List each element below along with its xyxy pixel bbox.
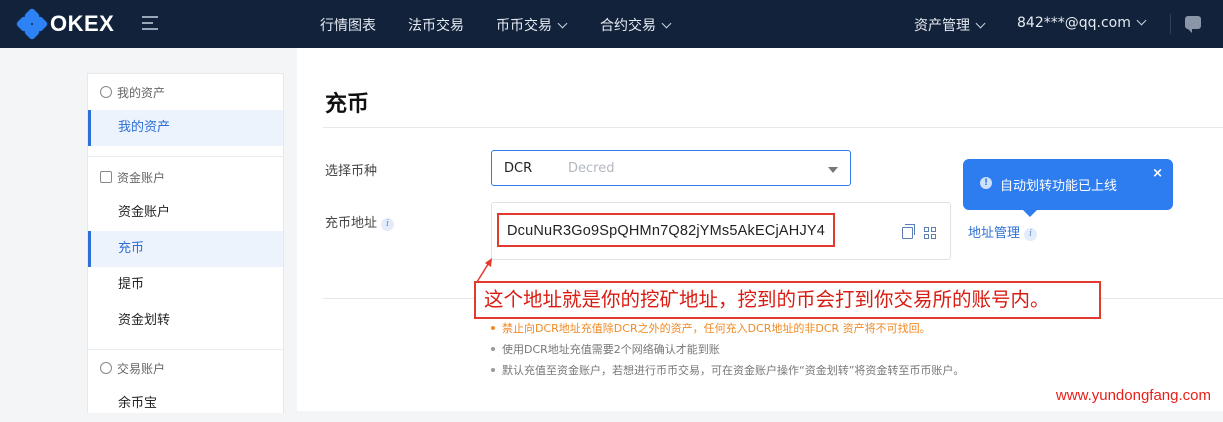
copy-icon[interactable] xyxy=(902,227,913,239)
sidebar-item-my-assets[interactable]: 我的资产 xyxy=(88,110,283,146)
address-management-link[interactable]: 地址管理i xyxy=(968,222,1037,241)
sidebar-item-deposit[interactable]: 充币 xyxy=(88,231,283,267)
top-nav-bar: OKEX 行情图表 法币交易 币币交易 合约交易 资产管理 842***@qq.… xyxy=(0,0,1223,48)
annotation-arrow-icon xyxy=(475,256,495,284)
deposit-panel: 充币 选择币种 DCR Decred 充币地址i DcuNuR3Go9SpQHM… xyxy=(297,48,1223,411)
chevron-down-icon xyxy=(1136,16,1146,26)
sidebar-item-savings[interactable]: 余币宝 xyxy=(88,386,283,422)
close-icon[interactable]: × xyxy=(1152,166,1163,181)
sidebar-item-withdraw[interactable]: 提币 xyxy=(88,267,283,303)
chevron-down-icon xyxy=(558,19,568,29)
qr-code-icon[interactable] xyxy=(924,227,936,239)
site-watermark: www.yundongfang.com xyxy=(1054,387,1213,404)
annotation-callout: 这个地址就是你的挖矿地址，挖到的币会打到你交易所的账号内。 xyxy=(474,281,1101,319)
sidebar-item-transfer[interactable]: 资金划转 xyxy=(88,303,283,339)
nav-futures-trading[interactable]: 合约交易 xyxy=(600,15,670,35)
coin-code: DCR xyxy=(504,161,532,176)
coin-name: Decred xyxy=(568,161,614,176)
auto-transfer-tooltip: ! 自动划转功能已上线 × xyxy=(963,159,1173,210)
deposit-notes: 禁止向DCR地址充值除DCR之外的资产，任何充入DCR地址的非DCR 资产将不可… xyxy=(491,318,964,381)
sidebar-group-my-assets: 我的资产 xyxy=(88,74,283,110)
exchange-icon xyxy=(100,362,112,374)
deposit-address-box: DcuNuR3Go9SpQHMn7Q82jYMs5AkECjAHJY4 xyxy=(491,202,951,260)
chevron-down-icon xyxy=(662,19,672,29)
coin-select[interactable]: DCR Decred xyxy=(491,150,851,186)
select-coin-label: 选择币种 xyxy=(325,160,377,179)
deposit-address-label: 充币地址i xyxy=(325,212,394,231)
alert-icon: ! xyxy=(980,177,992,189)
sidebar-item-funding-account[interactable]: 资金账户 xyxy=(88,195,283,231)
sidebar-group-trading-account: 交易账户 xyxy=(88,350,283,386)
note-confirmations: 使用DCR地址充值需要2个网络确认才能到账 xyxy=(491,339,964,360)
info-icon[interactable]: i xyxy=(381,218,394,231)
logo-mark-icon xyxy=(18,10,46,38)
info-icon[interactable]: i xyxy=(1024,228,1037,241)
nav-account[interactable]: 842***@qq.com xyxy=(1017,15,1145,31)
okex-logo[interactable]: OKEX xyxy=(18,10,114,38)
nav-asset-management[interactable]: 资产管理 xyxy=(914,15,984,35)
divider xyxy=(323,127,1223,128)
nav-divider xyxy=(1170,14,1171,34)
deposit-address-value[interactable]: DcuNuR3Go9SpQHMn7Q82jYMs5AkECjAHJY4 xyxy=(497,213,835,247)
sidebar-group-funding-account: 资金账户 xyxy=(88,159,283,195)
nav-fiat-trading[interactable]: 法币交易 xyxy=(408,15,464,35)
nav-spot-trading[interactable]: 币币交易 xyxy=(496,15,566,35)
note-warning: 禁止向DCR地址充值除DCR之外的资产，任何充入DCR地址的非DCR 资产将不可… xyxy=(491,318,964,339)
logo-text: OKEX xyxy=(50,11,114,37)
page-title: 充币 xyxy=(325,86,369,118)
menu-icon[interactable] xyxy=(142,16,158,30)
dropdown-arrow-icon xyxy=(828,167,838,173)
chat-icon[interactable] xyxy=(1185,16,1201,29)
wallet-icon xyxy=(100,171,112,183)
nav-market-chart[interactable]: 行情图表 xyxy=(320,15,376,35)
pie-chart-icon xyxy=(100,86,112,98)
tooltip-text: 自动划转功能已上线 xyxy=(1000,175,1117,194)
chevron-down-icon xyxy=(976,19,986,29)
note-default-account: 默认充值至资金账户，若想进行币币交易，可在资金账户操作“资金划转”将资金转至币币… xyxy=(491,360,964,381)
sidebar: 我的资产 我的资产 资金账户 资金账户 充币 提币 资金划转 交易账户 余币宝 xyxy=(87,73,284,413)
divider xyxy=(88,156,283,157)
